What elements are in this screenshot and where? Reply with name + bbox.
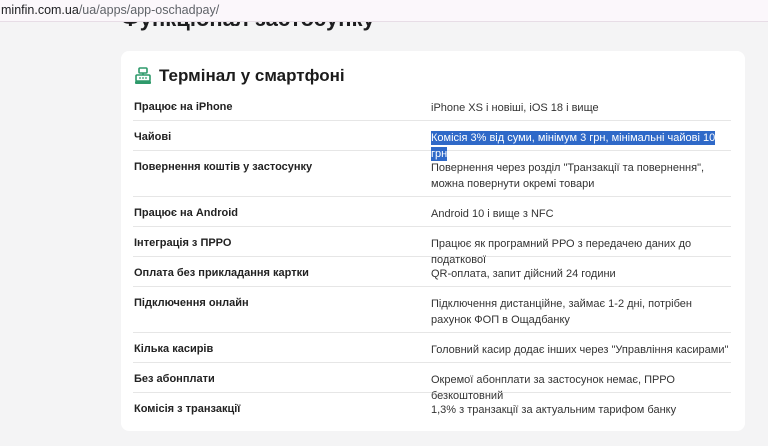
row-value: Підключення дистанційне, займає 1-2 дні,…: [431, 298, 692, 326]
row-value: Працює як програмний РРО з передачею дан…: [431, 238, 692, 266]
table-row: Кілька касирів Головний касир додає інши…: [133, 333, 731, 363]
row-key: Повернення коштів у застосунку: [134, 161, 313, 173]
row-key: Без абонплати: [134, 373, 215, 385]
table-row: Працює на Android Android 10 і вище з NF…: [133, 197, 731, 227]
row-value: 1,3% з транзакції за актуальним тарифом …: [431, 404, 677, 416]
terminal-card: Термінал у смартфоні Працює на iPhone iP…: [121, 51, 745, 431]
address-bar[interactable]: minfin.com.ua/ua/apps/app-oschadpay/: [0, 0, 768, 22]
url-path: /ua/apps/app-oschadpay/: [78, 3, 220, 17]
table-row: Підключення онлайн Підключення дистанцій…: [133, 287, 731, 333]
row-value: Окремої абонплати за застосунок немає, П…: [431, 374, 675, 402]
row-value: iPhone XS і новіші, iOS 18 і вище: [431, 102, 599, 114]
row-key: Працює на iPhone: [134, 101, 233, 113]
selected-text[interactable]: Комісія 3% від суми, мінімум 3 грн, міні…: [431, 131, 716, 161]
row-key: Працює на Android: [134, 207, 239, 219]
row-key: Комісія з транзакції: [134, 403, 241, 415]
row-key: Чайові: [134, 131, 172, 143]
table-row: Чайові Комісія 3% від суми, мінімум 3 гр…: [133, 121, 731, 161]
card-header: Термінал у смартфоні: [133, 65, 345, 87]
row-value: Android 10 і вище з NFC: [431, 208, 554, 220]
card-title: Термінал у смартфоні: [159, 66, 345, 85]
row-value: Головний касир додає інших через "Управл…: [431, 344, 729, 356]
spec-table: Працює на iPhone iPhone XS і новіші, iOS…: [133, 91, 731, 423]
row-value: Повернення через розділ "Транзакції та п…: [431, 162, 705, 190]
table-row: Інтеграція з ПРРО Працює як програмний Р…: [133, 227, 731, 266]
row-value-selected[interactable]: Комісія 3% від суми, мінімум 3 грн, міні…: [431, 130, 731, 162]
row-key: Інтеграція з ПРРО: [134, 237, 232, 249]
table-row: Без абонплати Окремої абонплати за засто…: [133, 363, 731, 402]
row-value: QR-оплата, запит дійсний 24 години: [431, 268, 616, 280]
row-key: Оплата без прикладання картки: [134, 267, 309, 279]
row-key: Кілька касирів: [134, 343, 214, 355]
row-key: Підключення онлайн: [134, 297, 249, 309]
table-row: Працює на iPhone iPhone XS і новіші, iOS…: [133, 91, 731, 121]
url-host: minfin.com.ua: [1, 3, 79, 17]
cash-register-icon: [133, 66, 153, 86]
